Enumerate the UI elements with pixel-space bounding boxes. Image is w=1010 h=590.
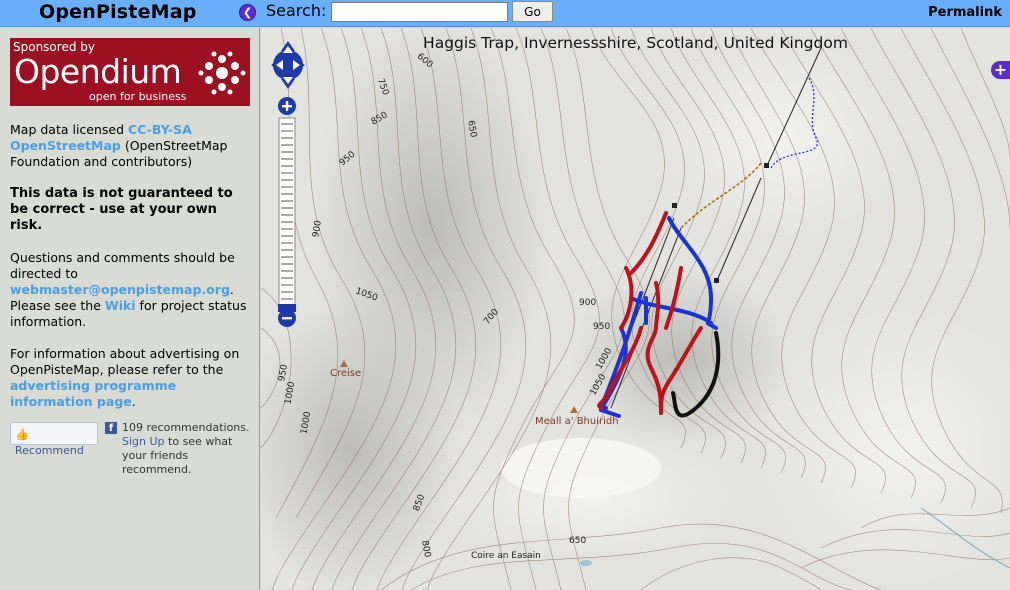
sponsor-logo-icon [198, 51, 246, 95]
peak-label: Creise [330, 368, 362, 379]
license-prefix: Map data licensed [10, 122, 129, 137]
recommendation-count: 109 recommendations. [122, 421, 250, 434]
peak-label: Meall a' Bhuiridh [535, 416, 619, 427]
layer-switcher-icon[interactable]: + [991, 61, 1010, 79]
sponsor-tagline: open for business [89, 90, 187, 103]
map-viewport[interactable]: Haggis Trap, Invernessshire, Scotland, U… [261, 28, 1010, 590]
recommend-button[interactable]: 👍 Recommend [10, 422, 98, 457]
map-location-title: Haggis Trap, Invernessshire, Scotland, U… [423, 34, 848, 52]
permalink-link[interactable]: Permalink [928, 5, 1002, 20]
place-label: Coire an Easain [471, 551, 541, 561]
advertising-text: For information about advertising on Ope… [10, 346, 249, 410]
recommend-label: Recommend [15, 444, 84, 457]
signup-link[interactable]: Sign Up [122, 435, 165, 448]
sidebar: Sponsored by Opendium open for business … [0, 28, 260, 590]
contour-label: 950 [593, 322, 611, 332]
search-input[interactable] [331, 2, 508, 22]
zoom-bar[interactable] [277, 96, 297, 330]
go-button[interactable]: Go [512, 1, 553, 22]
facebook-icon: f [105, 422, 117, 434]
site-title[interactable]: OpenPisteMap [39, 0, 197, 24]
sponsor-banner[interactable]: Sponsored by Opendium open for business [10, 38, 250, 106]
wiki-link[interactable]: Wiki [105, 298, 136, 313]
sponsor-name: Opendium [14, 52, 182, 91]
advertising-link[interactable]: advertising programme information page [10, 378, 176, 409]
collapse-sidebar-icon[interactable]: ❮ [239, 4, 256, 21]
advertising-prefix: For information about advertising on Ope… [10, 346, 240, 377]
warning-text: This data is not guaranteed to be correc… [10, 186, 233, 233]
contour-label: 650 [569, 536, 587, 546]
cc-by-sa-link[interactable]: CC-BY-SA [128, 122, 192, 137]
advertising-suffix: . [131, 394, 136, 409]
search-label: Search: [266, 1, 327, 20]
license-text: Map data licensed CC-BY-SA OpenStreetMap… [10, 122, 249, 170]
facebook-widget: 👍 Recommend f 109 recommendations. Sign U… [10, 421, 250, 476]
pan-control[interactable] [269, 38, 307, 92]
openstreetmap-link[interactable]: OpenStreetMap [10, 138, 121, 153]
contact-text: Questions and comments should be directe… [10, 250, 249, 330]
top-bar: OpenPisteMap ❮ Search: Go Permalink [0, 0, 1010, 27]
facebook-text: 109 recommendations. Sign Up to see what… [122, 421, 257, 477]
contour-label: 900 [579, 298, 597, 308]
contact-prefix: Questions and comments should be directe… [10, 250, 235, 281]
thumbs-up-icon: 👍 [15, 428, 29, 441]
map-canvas [261, 28, 1010, 590]
webmaster-email-link[interactable]: webmaster@openpistemap.org [10, 282, 230, 297]
